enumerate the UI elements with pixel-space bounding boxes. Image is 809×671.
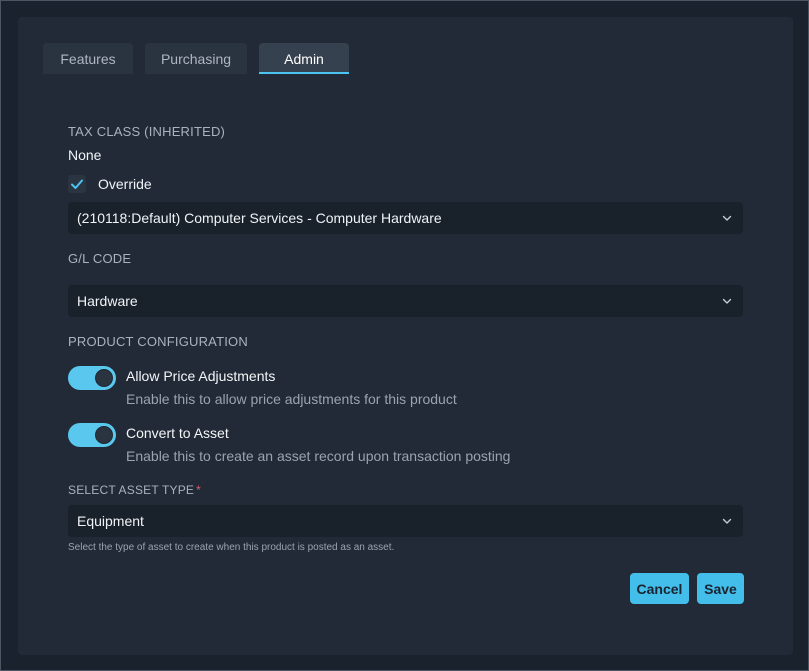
tab-features[interactable]: Features: [43, 43, 133, 74]
toggle-knob: [95, 369, 113, 387]
cancel-button[interactable]: Cancel: [630, 573, 689, 604]
dialog-frame: Features Purchasing Admin TAX CLASS (INH…: [0, 0, 809, 671]
tax-class-value: None: [68, 147, 102, 163]
tax-class-select[interactable]: (210118:Default) Computer Services - Com…: [68, 202, 743, 234]
chevron-down-icon: [722, 215, 732, 221]
asset-type-select-value: Equipment: [77, 513, 144, 529]
admin-panel: Features Purchasing Admin TAX CLASS (INH…: [18, 17, 793, 655]
allow-price-adjustments-toggle[interactable]: [68, 366, 116, 390]
gl-code-label: G/L CODE: [68, 251, 132, 266]
tax-class-select-value: (210118:Default) Computer Services - Com…: [77, 210, 442, 226]
tab-purchasing[interactable]: Purchasing: [145, 43, 247, 74]
gl-code-select[interactable]: Hardware: [68, 285, 743, 317]
check-icon: [71, 179, 83, 189]
convert-to-asset-description: Enable this to create an asset record up…: [126, 448, 511, 464]
allow-price-adjustments-description: Enable this to allow price adjustments f…: [126, 391, 457, 407]
allow-price-adjustments-title: Allow Price Adjustments: [126, 368, 276, 384]
override-checkbox[interactable]: [68, 175, 86, 193]
chevron-down-icon: [722, 518, 732, 524]
save-button[interactable]: Save: [697, 573, 744, 604]
override-label: Override: [98, 176, 152, 192]
product-configuration-label: PRODUCT CONFIGURATION: [68, 334, 248, 349]
allow-price-adjustments-row: Allow Price Adjustments Enable this to a…: [68, 366, 457, 408]
tax-class-label: TAX CLASS (INHERITED): [68, 124, 226, 139]
asset-type-label: SELECT ASSET TYPE *: [68, 483, 201, 497]
asset-type-label-text: SELECT ASSET TYPE: [68, 483, 195, 497]
required-marker: *: [196, 483, 201, 497]
asset-type-help-text: Select the type of asset to create when …: [68, 542, 395, 553]
tab-admin[interactable]: Admin: [259, 43, 349, 74]
gl-code-select-value: Hardware: [77, 293, 138, 309]
convert-to-asset-row: Convert to Asset Enable this to create a…: [68, 423, 511, 465]
convert-to-asset-title: Convert to Asset: [126, 425, 229, 441]
chevron-down-icon: [722, 298, 732, 304]
convert-to-asset-toggle[interactable]: [68, 423, 116, 447]
toggle-knob: [95, 426, 113, 444]
override-row: Override: [68, 175, 152, 193]
asset-type-select[interactable]: Equipment: [68, 505, 743, 537]
